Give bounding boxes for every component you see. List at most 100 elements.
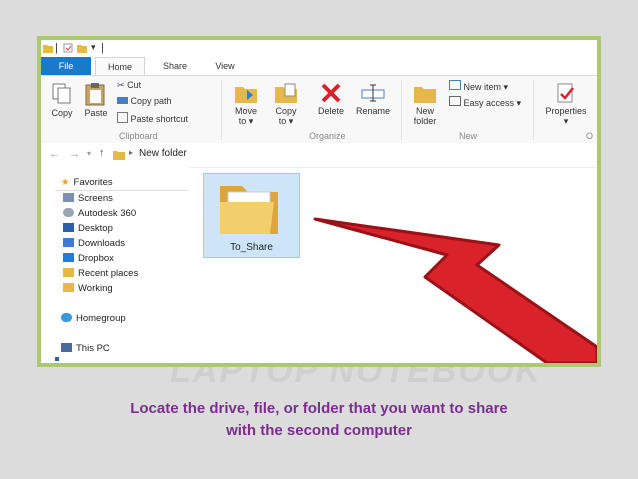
properties-button[interactable]: Properties ▾ (539, 82, 593, 126)
copy-button[interactable]: Copy (47, 82, 77, 118)
rename-icon (361, 84, 385, 102)
recent-locations-icon[interactable]: ▾ (87, 149, 91, 158)
new-item-icon (449, 80, 461, 90)
nav-item-dropbox[interactable]: Dropbox (63, 253, 114, 264)
group-label-new: New (459, 131, 478, 141)
group-label-open: O (586, 131, 594, 141)
easy-access-icon (449, 96, 461, 106)
nav-item-screens[interactable]: Screens (63, 193, 113, 204)
nav-item-autodesk-360[interactable]: Autodesk 360 (63, 208, 136, 219)
folder-item-label: To_Share (230, 242, 273, 253)
properties-icon[interactable] (63, 43, 73, 53)
nav-item-label: Downloads (78, 238, 125, 249)
tab-share[interactable]: Share (155, 57, 195, 75)
delete-x-icon (321, 83, 341, 103)
properties-label: Properties (545, 106, 587, 116)
nav-homegroup[interactable]: Homegroup (61, 313, 126, 324)
group-divider (533, 80, 534, 140)
rename-button[interactable]: Rename (353, 82, 393, 116)
up-icon[interactable]: ↑ (99, 147, 105, 159)
cut-button[interactable]: ✂ Cut (117, 80, 141, 91)
tab-home[interactable]: Home (95, 57, 145, 75)
file-list: To_Share (189, 167, 597, 363)
tab-file[interactable]: File (41, 57, 91, 75)
recent-places-icon (63, 268, 74, 277)
tab-view[interactable]: View (207, 57, 243, 75)
breadcrumb-separator-icon: ▸ (129, 148, 134, 157)
navigation-pane: ★ Favorites Screens Autodesk 360 Desktop … (41, 167, 189, 363)
nav-item-recent-places[interactable]: Recent places (63, 268, 138, 279)
nav-item-label: Autodesk 360 (78, 208, 137, 219)
nav-favorites[interactable]: ★ Favorites (61, 177, 113, 188)
cloud-icon (63, 208, 74, 217)
nav-item-label: Recent places (78, 268, 139, 279)
nav-item-label: Dropbox (78, 253, 114, 264)
dropbox-icon (63, 253, 74, 262)
folder-icon[interactable] (43, 43, 53, 53)
copy-path-button[interactable]: Copy path (117, 96, 172, 106)
rename-label: Rename (355, 106, 391, 116)
easy-access-button[interactable]: Easy access ▾ (449, 96, 521, 109)
nav-item-working[interactable]: Working (63, 283, 113, 294)
new-folder-label: New (415, 106, 434, 116)
easy-access-label: Easy access ▾ (463, 98, 522, 108)
copy-path-icon (117, 97, 128, 104)
folder-icon (220, 186, 278, 234)
copy-icon (52, 83, 71, 104)
red-pointer-arrow-icon (313, 217, 597, 363)
qat-separator: | (55, 42, 58, 54)
nav-item-desktop[interactable]: Desktop (63, 223, 113, 234)
folder-icon (113, 151, 125, 160)
ribbon-tabs: File Home Share View (41, 57, 597, 75)
caption-line-2: with the second computer (226, 422, 412, 439)
nav-item-label: Desktop (78, 223, 113, 234)
group-divider (221, 80, 222, 140)
group-label-clipboard: Clipboard (119, 131, 158, 141)
move-to-label-2: to ▾ (238, 116, 254, 126)
delete-button[interactable]: Delete (313, 82, 349, 116)
paste-label: Paste (84, 108, 108, 118)
cut-label: Cut (127, 80, 142, 90)
quick-access-toolbar: | ▾ | (41, 40, 597, 57)
ribbon: Copy Paste ✂ Cut Copy path Paste shortcu… (41, 75, 597, 145)
breadcrumb-current[interactable]: New folder (139, 148, 187, 159)
forward-icon[interactable]: → (69, 148, 80, 160)
paste-shortcut-label: Paste shortcut (130, 114, 189, 124)
copy-label: Copy (51, 108, 73, 118)
download-icon (63, 238, 74, 247)
new-folder-label-2: folder (413, 116, 437, 126)
computer-icon (61, 343, 72, 352)
nav-favorites-label: Favorites (73, 177, 113, 188)
paste-button[interactable]: Paste (79, 82, 113, 118)
qat-separator: | (101, 42, 104, 54)
drive-icon (55, 357, 59, 361)
instruction-caption: Locate the drive, file, or folder that y… (0, 398, 638, 442)
new-folder-icon[interactable] (77, 43, 87, 53)
new-item-button[interactable]: New item ▾ (449, 80, 508, 93)
nav-item-downloads[interactable]: Downloads (63, 238, 125, 249)
copy-to-button[interactable]: Copy to ▾ (269, 82, 303, 126)
star-icon: ★ (61, 177, 70, 188)
copy-path-label: Copy path (130, 96, 172, 106)
folder-icon (63, 283, 74, 292)
caption-line-1: Locate the drive, file, or folder that y… (130, 400, 508, 417)
qat-dropdown-icon[interactable]: ▾ (91, 42, 96, 53)
nav-homegroup-label: Homegroup (76, 313, 126, 324)
nav-divider (55, 190, 189, 191)
move-to-label: Move (234, 106, 257, 116)
copy-to-label: Copy (275, 106, 297, 116)
new-item-label: New item ▾ (463, 82, 509, 92)
nav-this-pc[interactable]: This PC (61, 343, 110, 354)
new-folder-button[interactable]: New folder (405, 82, 445, 126)
folder-item-to-share[interactable]: To_Share (203, 173, 300, 258)
back-icon[interactable]: ← (49, 148, 60, 160)
group-label-organize: Organize (309, 131, 346, 141)
move-to-icon (235, 87, 257, 103)
move-to-button[interactable]: Move to ▾ (229, 82, 263, 126)
paste-shortcut-button[interactable]: Paste shortcut (117, 112, 188, 124)
screenshot-frame: | ▾ | File Home Share View Copy Paste ✂ … (37, 36, 601, 367)
nav-item-label: Screens (78, 193, 113, 204)
homegroup-icon (61, 313, 72, 322)
nav-this-pc-label: This PC (76, 343, 110, 354)
nav-item-label: Working (78, 283, 113, 294)
